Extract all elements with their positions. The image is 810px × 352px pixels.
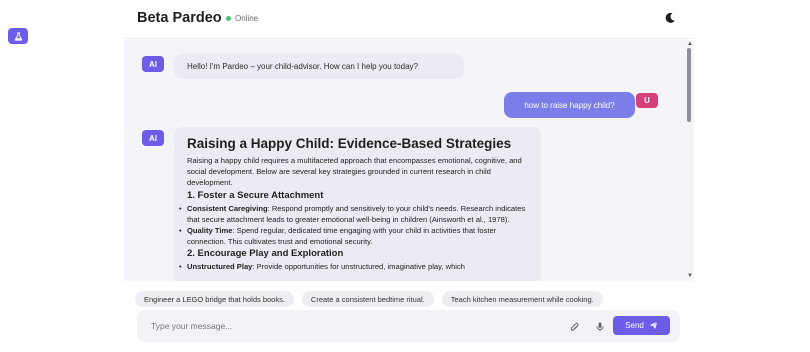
response-section-heading: 1. Foster a Secure Attachment — [187, 190, 324, 201]
chat-panel: Beta Pardeo Online AI Hello! I'm Pardeo … — [124, 0, 694, 352]
status-text: Online — [235, 14, 259, 23]
composer-area: Engineer a LEGO bridge that holds books.… — [124, 281, 694, 352]
suggestion-chip[interactable]: Create a consistent bedtime ritual. — [301, 291, 434, 307]
user-avatar: U — [636, 93, 658, 108]
response-list: Consistent Caregiving: Respond promptly … — [179, 203, 528, 247]
status-indicator: Online — [226, 14, 258, 23]
suggestion-chips: Engineer a LEGO bridge that holds books.… — [135, 291, 603, 307]
list-item: Consistent Caregiving: Respond promptly … — [179, 203, 528, 225]
paperclip-icon — [570, 322, 579, 331]
ai-avatar: AI — [142, 56, 164, 72]
flask-icon — [14, 31, 22, 41]
list-item: Quality Time: Spend regular, dedicated t… — [179, 225, 528, 247]
suggestion-chip[interactable]: Engineer a LEGO bridge that holds books. — [135, 291, 294, 307]
scroll-down-arrow-icon[interactable]: ▼ — [687, 272, 693, 280]
microphone-button[interactable] — [594, 320, 606, 332]
scrollbar-thumb[interactable] — [687, 48, 691, 122]
response-title: Raising a Happy Child: Evidence-Based St… — [187, 136, 512, 151]
scrollbar[interactable]: ▲ ▼ — [684, 40, 694, 281]
moon-icon — [665, 12, 675, 23]
list-item: Unstructured Play: Provide opportunities… — [179, 261, 528, 272]
theme-toggle-button[interactable] — [663, 11, 677, 25]
message-list[interactable]: AI Hello! I'm Pardeo – your child-adviso… — [124, 40, 694, 281]
attach-button[interactable] — [569, 320, 581, 332]
suggestion-chip[interactable]: Teach kitchen measurement while cooking. — [441, 291, 603, 307]
response-intro: Raising a happy child requires a multifa… — [187, 156, 522, 187]
ai-avatar: AI — [142, 130, 164, 146]
online-dot-icon — [226, 16, 231, 21]
paper-plane-icon — [649, 321, 658, 330]
left-action-button[interactable] — [8, 28, 28, 44]
ai-greeting-message: Hello! I'm Pardeo – your child-advisor. … — [174, 54, 464, 79]
send-label: Send — [625, 321, 644, 330]
response-list: Unstructured Play: Provide opportunities… — [179, 261, 528, 272]
microphone-icon — [596, 322, 604, 332]
user-message: how to raise happy child? — [504, 92, 635, 118]
send-button[interactable]: Send — [613, 316, 670, 335]
message-input[interactable] — [137, 310, 547, 342]
ai-response-message: Raising a Happy Child: Evidence-Based St… — [174, 127, 541, 281]
response-section-heading: 2. Encourage Play and Exploration — [187, 248, 344, 259]
chat-header: Beta Pardeo Online — [124, 0, 694, 39]
page-title: Beta Pardeo — [137, 10, 222, 26]
message-composer: Send — [137, 310, 680, 342]
scroll-up-arrow-icon[interactable]: ▲ — [687, 40, 693, 48]
